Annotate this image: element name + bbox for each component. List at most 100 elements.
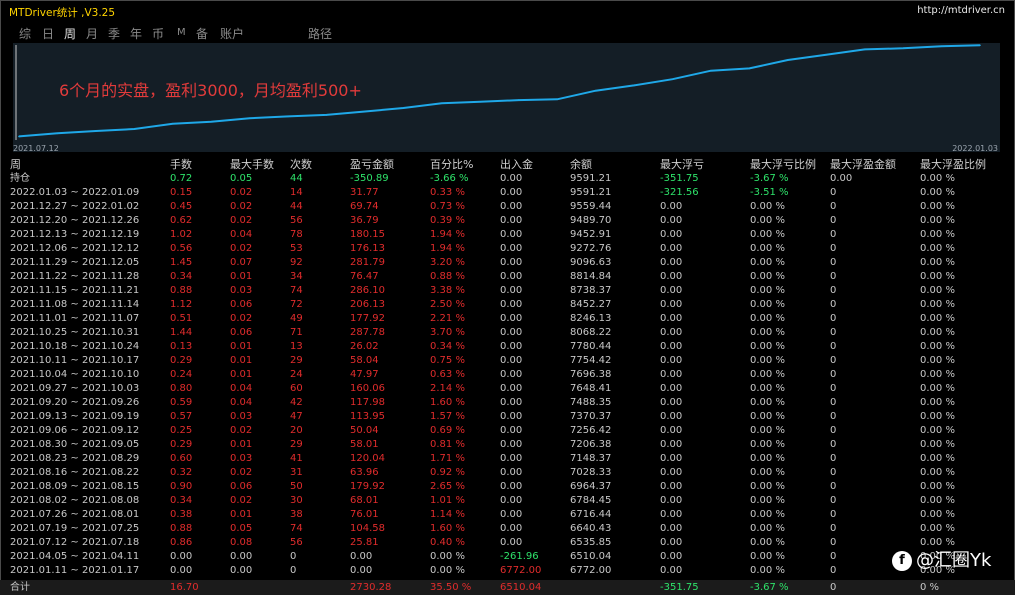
- cell-lots: 0.15: [170, 187, 193, 198]
- cell-percent: 0.92 %: [430, 467, 465, 478]
- cell-period: 2021.09.13 ~ 2021.09.19: [10, 411, 140, 422]
- cell-balance: 6964.37: [570, 481, 612, 492]
- table-row[interactable]: 2021.11.08 ~ 2021.11.14 1.12 0.06 72 206.13 2…: [0, 298, 1015, 312]
- app-title: MTDriver统计 ,V3.25: [9, 7, 116, 19]
- table-row[interactable]: 2021.08.02 ~ 2021.08.08 0.34 0.02 30 68.01 1.…: [0, 494, 1015, 508]
- equity-point: [441, 102, 443, 105]
- column-header-period[interactable]: 周: [10, 158, 21, 172]
- column-header-max-lots[interactable]: 最大手数: [230, 158, 274, 172]
- table-row[interactable]: 2021.10.04 ~ 2021.10.10 0.24 0.01 24 47.97 0.…: [0, 368, 1015, 382]
- equity-point: [210, 120, 212, 123]
- table-row[interactable]: 2021.10.11 ~ 2021.10.17 0.29 0.01 29 58.04 0.…: [0, 354, 1015, 368]
- table-row[interactable]: 2021.10.18 ~ 2021.10.24 0.13 0.01 13 26.02 0.…: [0, 340, 1015, 354]
- cell-balance: 9591.21: [570, 187, 612, 198]
- cell-max-float-loss: 0.00: [660, 397, 683, 408]
- watermark: f @汇圈Yk: [892, 546, 991, 572]
- table-row[interactable]: 2021.08.09 ~ 2021.08.15 0.90 0.06 50 179.92 2…: [0, 480, 1015, 494]
- total-cell-percent: 35.50 %: [430, 582, 472, 593]
- table-row[interactable]: 2021.09.27 ~ 2021.10.03 0.80 0.04 60 160.06 2…: [0, 382, 1015, 396]
- table-row[interactable]: 2022.01.03 ~ 2022.01.09 0.15 0.02 14 31.77 0.…: [0, 186, 1015, 200]
- column-header-percent[interactable]: 百分比%: [430, 158, 473, 172]
- cell-max-float-profit: 0: [830, 299, 837, 310]
- table-row[interactable]: 2021.09.20 ~ 2021.09.26 0.59 0.04 42 117.98 1…: [0, 396, 1015, 410]
- column-header-profit[interactable]: 盈亏金额: [350, 158, 394, 172]
- cell-max-float-profit: 0: [830, 397, 837, 408]
- table-row[interactable]: 2021.04.05 ~ 2021.04.11 0.00 0.00 0 0.00 0.00…: [0, 550, 1015, 564]
- table-row[interactable]: 2021.11.22 ~ 2021.11.28 0.34 0.01 34 76.47 0.…: [0, 270, 1015, 284]
- table-row[interactable]: 2021.01.11 ~ 2021.01.17 0.00 0.00 0 0.00 0.00…: [0, 564, 1015, 578]
- app-url-link[interactable]: http://mtdriver.cn: [917, 5, 1005, 16]
- table-row[interactable]: 2021.12.13 ~ 2021.12.19 1.02 0.04 78 180.15 1…: [0, 228, 1015, 242]
- cell-deposit: 0.00: [500, 439, 523, 450]
- table-row[interactable]: 2021.08.30 ~ 2021.09.05 0.29 0.01 29 58.01 0.…: [0, 438, 1015, 452]
- tab-year[interactable]: 年: [130, 25, 142, 42]
- cell-trades: 56: [290, 537, 303, 548]
- holding-row[interactable]: 持仓 0.72 0.05 44 -350.89 -3.66 % 0.00 9591.21 -35…: [0, 172, 1015, 186]
- cell-max-float-loss-pct: 0.00 %: [750, 439, 785, 450]
- cell-profit: -350.89: [350, 173, 389, 184]
- tab-day[interactable]: 日: [42, 25, 54, 42]
- cell-max-float-profit-pct: 0.00 %: [920, 173, 955, 184]
- cell-trades: 31: [290, 467, 303, 478]
- cell-max-float-loss: 0.00: [660, 425, 683, 436]
- table-row[interactable]: 2021.08.16 ~ 2021.08.22 0.32 0.02 31 63.96 0.…: [0, 466, 1015, 480]
- column-header-deposit[interactable]: 出入金: [500, 158, 533, 172]
- table-row[interactable]: 2021.11.01 ~ 2021.11.07 0.51 0.02 49 177.92 2…: [0, 312, 1015, 326]
- tab-account[interactable]: 账户: [220, 25, 244, 42]
- column-header-max-float-profit[interactable]: 最大浮盈金额: [830, 158, 896, 172]
- table-row[interactable]: 2021.07.19 ~ 2021.07.25 0.88 0.05 74 104.58 1…: [0, 522, 1015, 536]
- cell-deposit: 0.00: [500, 425, 523, 436]
- cell-period: 2021.08.30 ~ 2021.09.05: [10, 439, 140, 450]
- cell-max-float-profit: 0: [830, 565, 837, 576]
- tab-overview[interactable]: 综: [19, 25, 31, 42]
- tab-m[interactable]: M: [177, 27, 186, 38]
- table-row[interactable]: 2021.10.25 ~ 2021.10.31 1.44 0.06 71 287.78 3…: [0, 326, 1015, 340]
- column-header-trades[interactable]: 次数: [290, 158, 312, 172]
- column-header-max-float-profit-pct[interactable]: 最大浮盈比例: [920, 158, 986, 172]
- cell-max-float-profit: 0.00: [830, 173, 853, 184]
- cell-percent: 2.21 %: [430, 313, 465, 324]
- cell-profit: 36.79: [350, 215, 379, 226]
- total-cell-max-float-profit: 0: [830, 582, 837, 593]
- table-row[interactable]: 2021.08.23 ~ 2021.08.29 0.60 0.03 41 120.04 1…: [0, 452, 1015, 466]
- table-row[interactable]: 2021.11.29 ~ 2021.12.05 1.45 0.07 92 281.79 3…: [0, 256, 1015, 270]
- tab-notes[interactable]: 备: [196, 25, 208, 42]
- cell-max-float-loss-pct: 0.00 %: [750, 369, 785, 380]
- tab-path[interactable]: 路径: [308, 25, 332, 42]
- table-row[interactable]: 2021.07.26 ~ 2021.08.01 0.38 0.01 38 76.01 1.…: [0, 508, 1015, 522]
- cell-period: 2021.10.18 ~ 2021.10.24: [10, 341, 140, 352]
- cell-max-float-profit-pct: 0.00 %: [920, 299, 955, 310]
- column-header-balance[interactable]: 余额: [570, 158, 592, 172]
- table-row[interactable]: 2021.11.15 ~ 2021.11.21 0.88 0.03 74 286.10 3…: [0, 284, 1015, 298]
- column-header-max-float-loss[interactable]: 最大浮亏: [660, 158, 704, 172]
- cell-max-float-profit-pct: 0.00 %: [920, 509, 955, 520]
- table-row[interactable]: 2021.09.13 ~ 2021.09.19 0.57 0.03 47 113.95 1…: [0, 410, 1015, 424]
- cell-max-float-profit-pct: 0.00 %: [920, 271, 955, 282]
- cell-profit: 120.04: [350, 453, 385, 464]
- table-row[interactable]: 2021.07.12 ~ 2021.07.18 0.86 0.08 56 25.81 0.…: [0, 536, 1015, 550]
- equity-point: [633, 84, 635, 87]
- cell-max-float-profit: 0: [830, 453, 837, 464]
- table-row[interactable]: 2021.09.06 ~ 2021.09.12 0.25 0.02 20 50.04 0.…: [0, 424, 1015, 438]
- table-row[interactable]: 2021.12.20 ~ 2021.12.26 0.62 0.02 56 36.79 0.…: [0, 214, 1015, 228]
- cell-deposit: 0.00: [500, 481, 523, 492]
- cell-trades: 56: [290, 215, 303, 226]
- tab-week[interactable]: 周: [64, 25, 76, 42]
- table-row[interactable]: 2021.12.06 ~ 2021.12.12 0.56 0.02 53 176.13 1…: [0, 242, 1015, 256]
- table-row[interactable]: 2021.12.27 ~ 2022.01.02 0.45 0.02 44 69.74 0.…: [0, 200, 1015, 214]
- cell-lots: 0.80: [170, 383, 193, 394]
- tab-currency[interactable]: 币: [152, 25, 164, 42]
- cell-percent: 0.34 %: [430, 341, 465, 352]
- cell-max-float-profit-pct: 0.00 %: [920, 229, 955, 240]
- cell-max-lots: 0.02: [230, 425, 253, 436]
- cell-profit: 25.81: [350, 537, 379, 548]
- tab-quarter[interactable]: 季: [108, 25, 120, 42]
- tab-month[interactable]: 月: [86, 25, 98, 42]
- column-header-max-float-loss-pct[interactable]: 最大浮亏比例: [750, 158, 816, 172]
- cell-trades: 71: [290, 327, 303, 338]
- cell-max-float-loss: 0.00: [660, 341, 683, 352]
- column-header-lots[interactable]: 手数: [170, 158, 192, 172]
- cell-balance: 6784.45: [570, 495, 612, 506]
- cell-balance: 8452.27: [570, 299, 612, 310]
- cell-percent: 3.38 %: [430, 285, 465, 296]
